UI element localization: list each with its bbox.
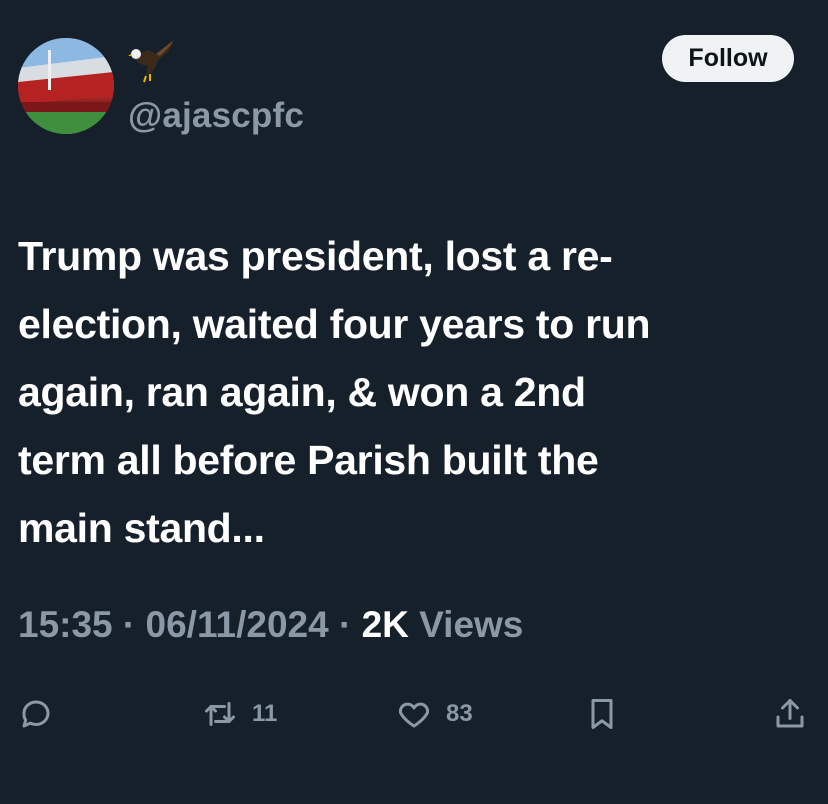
retweet-count: 11 bbox=[252, 700, 278, 727]
bookmark-button[interactable] bbox=[584, 686, 620, 742]
avatar[interactable] bbox=[18, 38, 114, 134]
follow-button[interactable]: Follow bbox=[662, 35, 794, 82]
heart-icon bbox=[398, 702, 430, 728]
user-handle[interactable]: @ajascpfc bbox=[128, 96, 304, 136]
separator-dot: · bbox=[112, 604, 146, 645]
like-count: 83 bbox=[446, 700, 473, 727]
action-bar: 11 83 bbox=[0, 686, 828, 742]
like-button[interactable]: 83 bbox=[396, 686, 473, 742]
views-label: Views bbox=[408, 604, 524, 645]
bookmark-icon bbox=[591, 699, 613, 729]
share-button[interactable] bbox=[772, 686, 808, 742]
retweet-button[interactable]: 11 bbox=[202, 686, 277, 742]
tweet-text: Trump was president, lost a re- election… bbox=[18, 233, 651, 551]
share-icon bbox=[776, 699, 804, 728]
tweet-meta: 15:35 · 06/11/2024 · 2K Views bbox=[18, 604, 523, 646]
reply-button[interactable] bbox=[18, 686, 54, 742]
reply-icon bbox=[22, 700, 50, 728]
tweet-time[interactable]: 15:35 bbox=[18, 604, 113, 645]
retweet-icon bbox=[205, 702, 235, 726]
views-count: 2K bbox=[361, 604, 409, 645]
separator-dot: · bbox=[328, 604, 362, 645]
eagle-icon bbox=[128, 36, 180, 84]
tweet-date[interactable]: 06/11/2024 bbox=[146, 604, 329, 645]
